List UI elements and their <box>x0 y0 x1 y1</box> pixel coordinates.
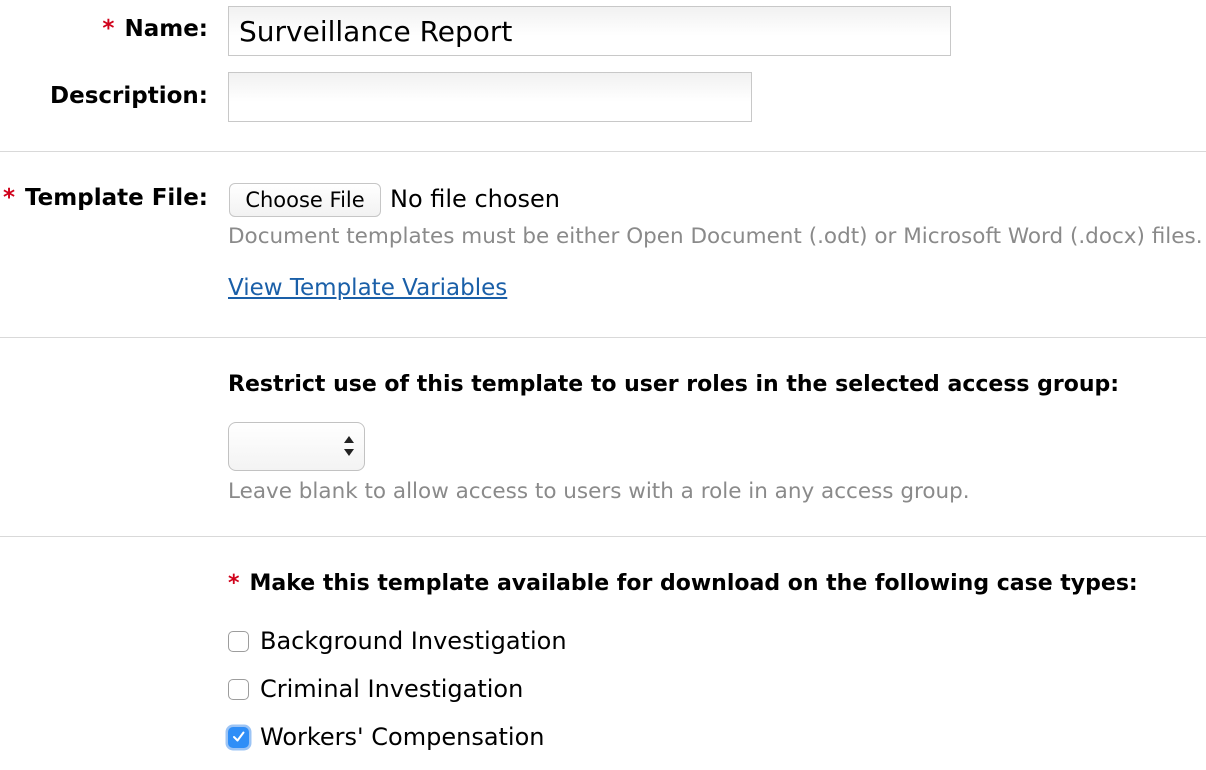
case-type-option-criminal[interactable]: Criminal Investigation <box>228 673 523 705</box>
required-asterisk: * <box>228 571 240 596</box>
name-label: * Name: <box>102 16 208 42</box>
description-label: Description: <box>50 83 208 109</box>
workers-compensation-checkbox[interactable] <box>228 726 249 748</box>
template-file-help: Document templates must be either Open D… <box>228 224 1203 249</box>
section-divider <box>0 151 1206 152</box>
name-input[interactable] <box>228 6 951 56</box>
template-form: * Name: Description: * Template File: Choo… <box>0 0 1206 770</box>
required-asterisk: * <box>102 16 115 42</box>
case-type-label: Background Investigation <box>260 627 567 655</box>
choose-file-button[interactable]: Choose File <box>229 183 381 217</box>
checkmark-icon <box>233 731 245 741</box>
case-types-heading-text: Make this template available for downloa… <box>249 571 1138 596</box>
updown-arrows-icon <box>344 436 354 456</box>
case-type-option-background[interactable]: Background Investigation <box>228 625 567 657</box>
section-divider <box>0 536 1206 537</box>
case-type-label: Workers' Compensation <box>260 723 545 751</box>
criminal-investigation-checkbox[interactable] <box>228 678 249 700</box>
access-group-heading: Restrict use of this template to user ro… <box>228 372 1120 397</box>
case-type-label: Criminal Investigation <box>260 675 524 703</box>
view-template-variables-link[interactable]: View Template Variables <box>228 272 507 304</box>
access-group-help: Leave blank to allow access to users wit… <box>228 479 970 504</box>
case-types-heading: * Make this template available for downlo… <box>228 571 1138 596</box>
name-label-text: Name: <box>124 16 208 42</box>
description-input[interactable] <box>228 72 752 122</box>
file-status-text: No file chosen <box>390 185 561 213</box>
description-label-text: Description: <box>50 83 208 109</box>
required-asterisk: * <box>3 185 16 211</box>
access-group-select[interactable] <box>228 422 365 471</box>
section-divider <box>0 337 1206 338</box>
background-investigation-checkbox[interactable] <box>228 630 249 652</box>
template-file-label: * Template File: <box>3 185 208 211</box>
template-file-label-text: Template File: <box>25 185 208 211</box>
case-type-option-workers-comp[interactable]: Workers' Compensation <box>228 721 545 753</box>
